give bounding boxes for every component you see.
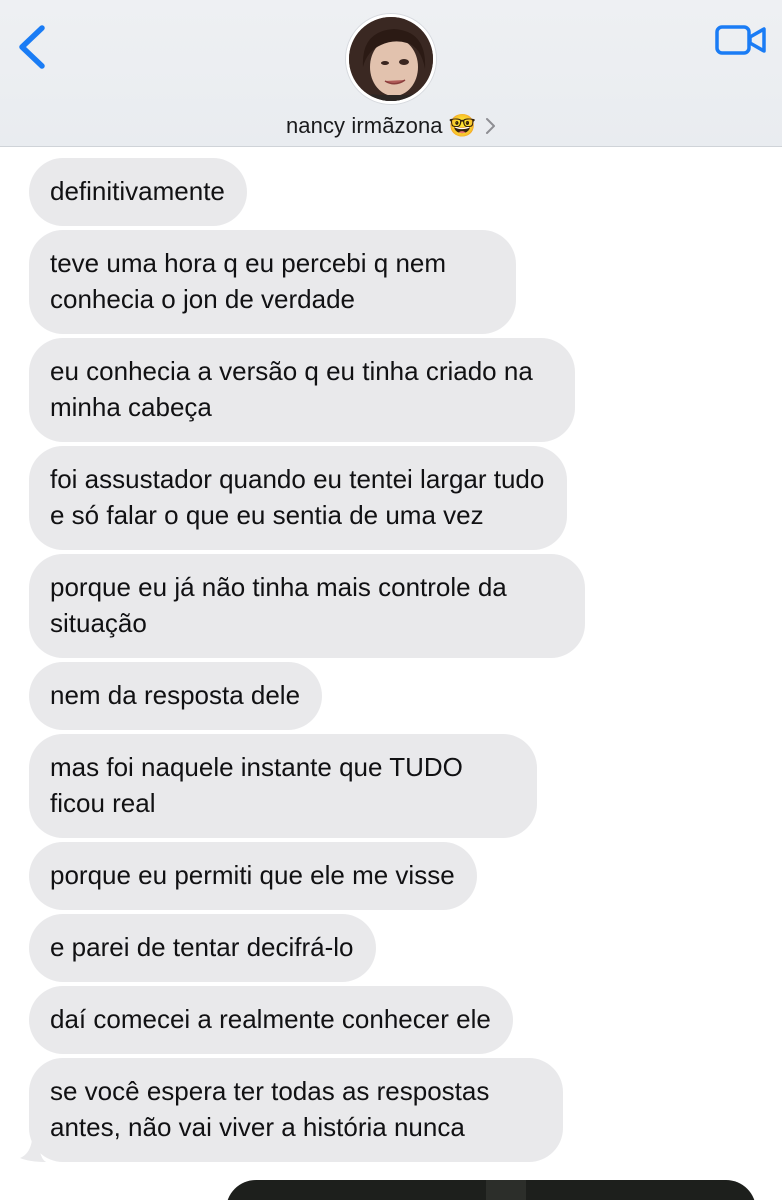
back-button[interactable] [12, 22, 52, 72]
contact-name: nancy irmãzona [285, 113, 443, 138]
message-bubble[interactable]: foi assustador quando eu tentei largar t… [29, 446, 567, 550]
chevron-left-icon [19, 25, 45, 69]
message-bubble[interactable]: teve uma hora q eu percebi q nem conheci… [29, 230, 516, 334]
bubble-tail [20, 1140, 46, 1162]
nerd-face-emoji: 🤓 [448, 113, 477, 138]
conversation-header: nancy irmãzona 🤓 [0, 0, 782, 147]
message-bubble[interactable]: porque eu permiti que ele me visse [29, 842, 477, 910]
video-camera-icon [715, 25, 766, 55]
contact-info-button[interactable]: nancy irmãzona 🤓 [0, 112, 782, 140]
contact-avatar[interactable] [346, 14, 436, 104]
outgoing-media-bubble[interactable] [226, 1180, 756, 1200]
video-call-button[interactable] [714, 22, 768, 60]
message-bubble[interactable]: se você espera ter todas as respostas an… [20, 1058, 563, 1162]
message-bubble[interactable]: definitivamente [29, 158, 247, 226]
message-bubble[interactable]: eu conhecia a versão q eu tinha criado n… [29, 338, 575, 442]
message-bubble[interactable]: daí comecei a realmente conhecer ele [29, 986, 513, 1054]
message-bubble[interactable]: mas foi naquele instante que TUDO ficou … [29, 734, 537, 838]
message-bubble[interactable]: e parei de tentar decifrá-lo [29, 914, 376, 982]
messages-screen: nancy irmãzona 🤓 definitivamente teve um… [0, 0, 782, 1200]
message-list: definitivamente teve uma hora q eu perce… [20, 158, 629, 1166]
message-text: se você espera ter todas as respostas an… [50, 1076, 490, 1142]
avatar-photo [349, 17, 433, 101]
message-bubble[interactable]: nem da resposta dele [29, 662, 323, 730]
chevron-right-icon [486, 118, 496, 134]
message-bubble[interactable]: porque eu já não tinha mais controle da … [29, 554, 585, 658]
